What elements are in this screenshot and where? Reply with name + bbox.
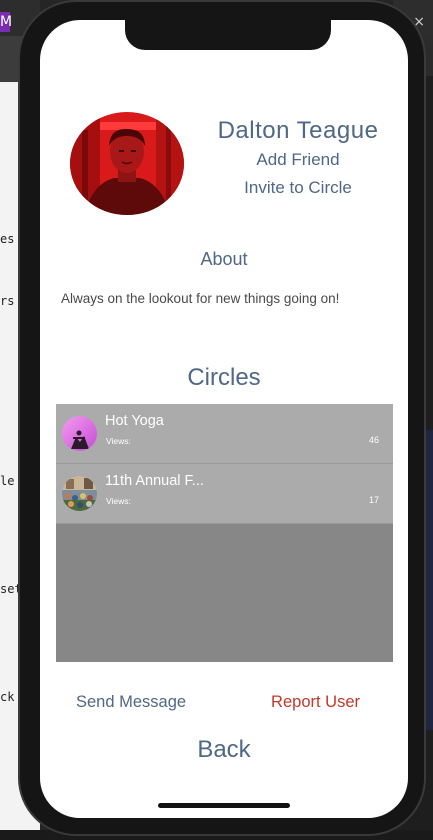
user-photo-icon <box>70 112 184 215</box>
circle-name: 11th Annual F... <box>105 473 204 489</box>
phone-frame: Dalton Teague Add Friend Invite to Circl… <box>18 0 426 836</box>
circle-views-label: Views: <box>106 436 131 446</box>
circles-heading: Circles <box>187 364 261 391</box>
back-button[interactable]: Back <box>40 736 408 764</box>
background-code-fragment: ck <box>0 690 15 704</box>
circle-name: Hot Yoga <box>105 413 164 429</box>
about-heading: About <box>200 249 248 269</box>
add-friend-button[interactable]: Add Friend <box>200 150 396 170</box>
send-message-button[interactable]: Send Message <box>76 693 186 712</box>
circle-views-label: Views: <box>106 496 131 506</box>
profile-name: Dalton Teague <box>217 117 379 144</box>
crowd-photo-icon <box>62 476 97 511</box>
phone-screen: Dalton Teague Add Friend Invite to Circl… <box>40 20 408 818</box>
background-code-fragment: le <box>0 474 15 488</box>
circle-views-count: 46 <box>368 435 379 445</box>
report-user-button[interactable]: Report User <box>271 693 360 712</box>
circle-thumbnail <box>62 416 97 451</box>
circles-list[interactable]: Hot Yoga Views: 46 11th Annual F... View… <box>56 404 393 662</box>
invite-to-circle-button[interactable]: Invite to Circle <box>200 178 396 198</box>
yoga-photo-icon <box>62 416 97 451</box>
background-code-fragment: rs <box>0 294 15 308</box>
avatar <box>70 112 184 215</box>
circle-thumbnail <box>62 476 97 511</box>
circle-views-count: 17 <box>368 495 379 505</box>
app-stage: M es rs le set ck × Dalton Teague Add Fr… <box>0 0 433 840</box>
list-item[interactable]: Hot Yoga Views: 46 <box>56 404 393 464</box>
background-code-fragment: es <box>0 232 15 246</box>
list-item[interactable]: 11th Annual F... Views: 17 <box>56 464 393 524</box>
home-indicator[interactable] <box>158 803 290 808</box>
about-text: Always on the lookout for new things goi… <box>61 291 340 306</box>
editor-logo: M <box>0 12 13 32</box>
phone-notch <box>125 20 331 50</box>
